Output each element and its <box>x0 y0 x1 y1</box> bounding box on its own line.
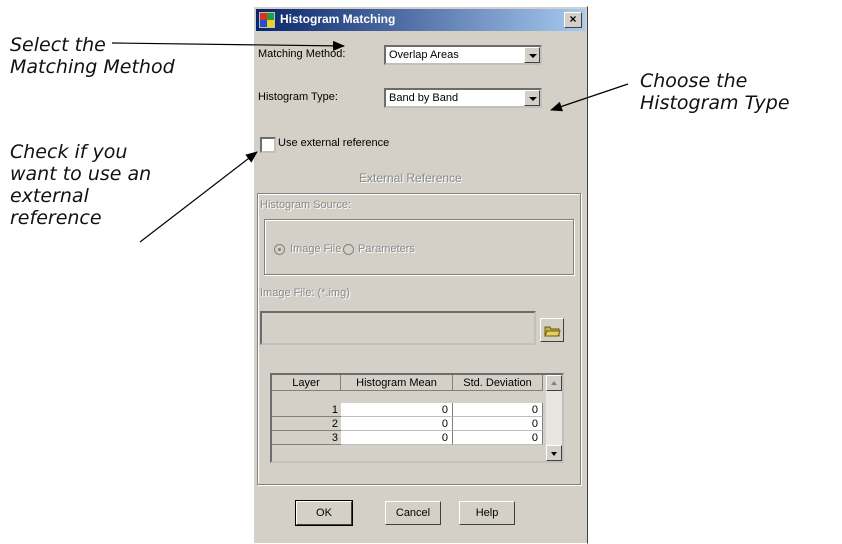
dropdown-arrow-icon <box>529 97 537 101</box>
cancel-button[interactable]: Cancel <box>385 501 441 525</box>
browse-button[interactable] <box>540 318 564 342</box>
histogram-matching-dialog: Histogram Matching × Matching Method: Ov… <box>253 6 588 544</box>
cell-std-deviation[interactable]: 0 <box>453 417 543 431</box>
column-header-layer[interactable]: Layer <box>272 375 341 391</box>
cell-std-deviation[interactable]: 0 <box>453 403 543 417</box>
app-icon <box>259 12 275 28</box>
histogram-type-select[interactable]: Band by Band <box>384 88 542 108</box>
annotation-line: Choose the <box>640 70 748 92</box>
row-header-layer[interactable]: 3 <box>272 431 341 445</box>
row-header-layer[interactable]: 1 <box>272 403 341 417</box>
matching-method-value: Overlap Areas <box>389 49 459 61</box>
annotation-line: reference <box>10 207 102 229</box>
column-header-std-deviation[interactable]: Std. Deviation <box>453 375 543 391</box>
cell-std-deviation[interactable]: 0 <box>453 431 543 445</box>
close-icon: × <box>569 12 577 26</box>
histogram-type-label: Histogram Type: <box>258 91 338 103</box>
close-button[interactable]: × <box>564 12 582 28</box>
radio-parameters-label: Parameters <box>358 243 415 255</box>
annotation-line: Histogram Type <box>640 92 790 114</box>
table-scrollbar[interactable] <box>546 375 562 461</box>
annotation-line: want to use an <box>10 163 152 185</box>
title-bar[interactable]: Histogram Matching × <box>256 9 585 31</box>
use-external-reference-checkbox[interactable] <box>260 137 276 153</box>
folder-open-icon <box>544 326 561 337</box>
radio-image-file[interactable] <box>274 244 285 255</box>
radio-image-file-label: Image File <box>290 243 342 255</box>
dropdown-button[interactable] <box>524 47 540 63</box>
dropdown-arrow-icon <box>529 54 537 58</box>
histogram-source-label: Histogram Source: <box>260 199 352 211</box>
scroll-down-icon <box>551 452 557 456</box>
annotation-line: external <box>10 185 89 207</box>
annotation-line: Matching Method <box>10 56 175 78</box>
annotation-matching-method: Select the Matching Method <box>10 34 175 78</box>
dialog-title: Histogram Matching <box>280 12 396 26</box>
column-header-histogram-mean[interactable]: Histogram Mean <box>341 375 453 391</box>
ok-button[interactable]: OK <box>295 500 353 526</box>
annotation-line: Check if you <box>10 141 128 163</box>
scroll-up-button[interactable] <box>546 375 562 391</box>
cell-histogram-mean[interactable]: 0 <box>341 431 453 445</box>
dropdown-button[interactable] <box>524 90 540 106</box>
use-external-reference-label: Use external reference <box>278 137 390 149</box>
external-reference-heading: External Reference <box>359 171 462 185</box>
arrow-external-reference <box>139 151 258 243</box>
scroll-up-icon <box>551 381 557 385</box>
row-header-layer[interactable]: 2 <box>272 417 341 431</box>
image-file-label: Image File: (*.img) <box>260 287 350 299</box>
matching-method-select[interactable]: Overlap Areas <box>384 45 542 65</box>
annotation-histogram-type: Choose the Histogram Type <box>640 70 790 114</box>
matching-method-label: Matching Method: <box>258 48 346 60</box>
annotation-external-reference: Check if you want to use an external ref… <box>10 141 151 229</box>
help-button[interactable]: Help <box>459 501 515 525</box>
annotation-line: Select the <box>10 34 106 56</box>
cell-histogram-mean[interactable]: 0 <box>341 417 453 431</box>
histogram-type-value: Band by Band <box>389 92 459 104</box>
radio-parameters[interactable] <box>343 244 354 255</box>
scroll-down-button[interactable] <box>546 445 562 461</box>
image-file-input[interactable] <box>260 311 536 345</box>
layer-statistics-table: Layer Histogram Mean Std. Deviation 1 0 … <box>270 373 564 463</box>
cell-histogram-mean[interactable]: 0 <box>341 403 453 417</box>
